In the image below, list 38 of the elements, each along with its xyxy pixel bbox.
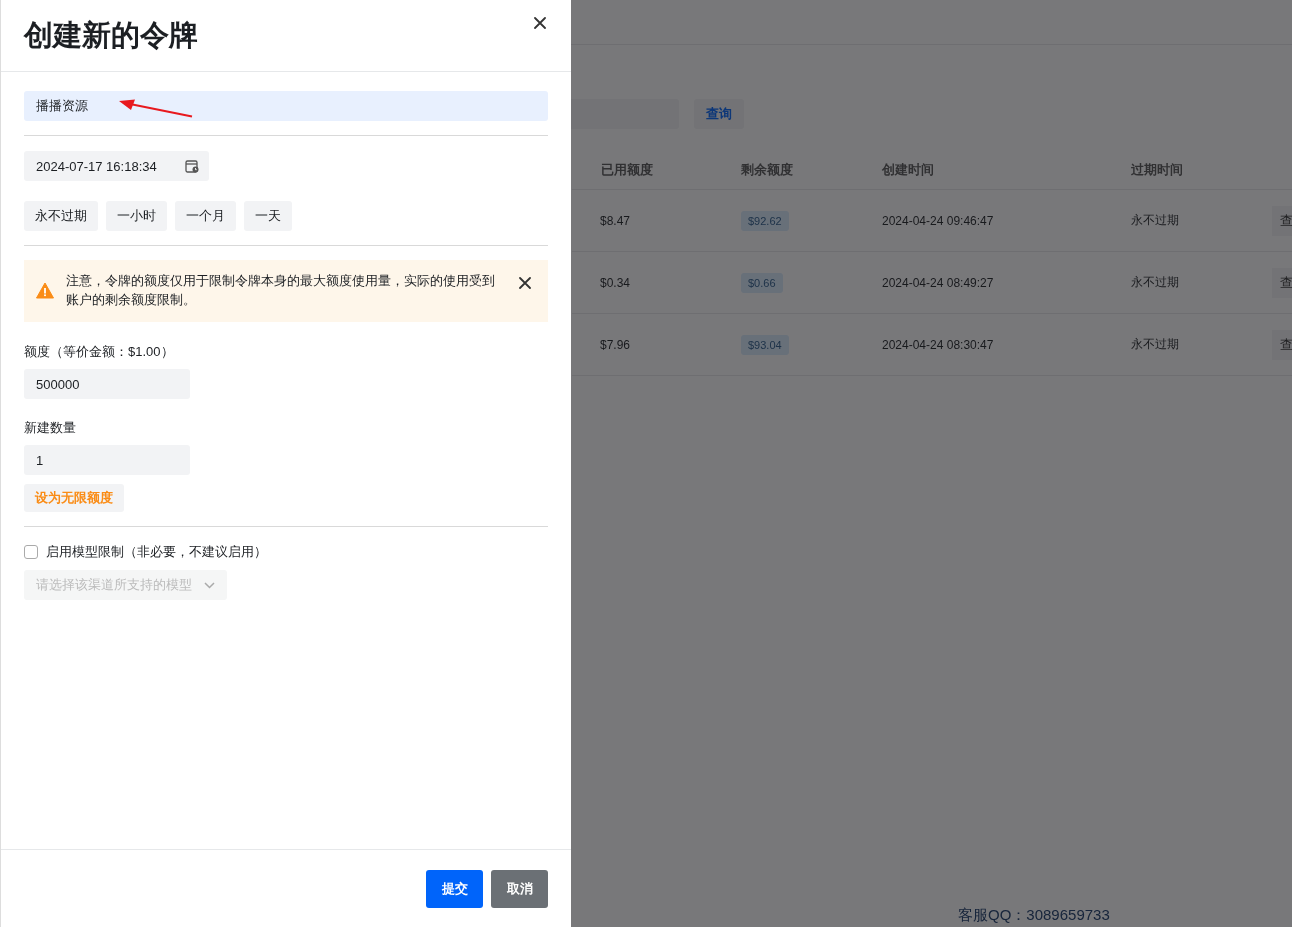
quick-time-button[interactable]: 永不过期 xyxy=(24,201,98,231)
column-header: 剩余额度 xyxy=(741,161,794,179)
close-icon[interactable] xyxy=(518,276,532,290)
column-header: 已用额度 xyxy=(600,161,654,179)
column-header: 过期时间 xyxy=(1131,161,1183,179)
count-field[interactable]: 1 xyxy=(24,445,190,475)
cancel-button[interactable]: 取消 xyxy=(491,869,548,908)
alert-text: 注意，令牌的额度仅用于限制令牌本身的最大额度使用量，实际的使用受到账户的剩余额度限制。 xyxy=(66,273,496,309)
checkbox-label: 启用模型限制（非必要，不建议启用） xyxy=(46,543,267,561)
field-label: 额度（等价金额：$1.00） xyxy=(24,343,175,361)
column-header: 创建时间 xyxy=(882,161,935,179)
table-cell: 永不过期 xyxy=(1131,275,1179,289)
date-field[interactable]: 2024-07-17 16:18:34 xyxy=(24,151,209,181)
table-cell: 2024-04-24 09:46:47 xyxy=(882,213,994,228)
submit-button[interactable]: 提交 xyxy=(426,869,483,908)
table-cell: 永不过期 xyxy=(1131,337,1179,351)
checkbox[interactable] xyxy=(24,545,38,559)
table-cell: 永不过期 xyxy=(1131,213,1179,227)
chevron-down-icon xyxy=(204,581,215,589)
quick-time-button[interactable]: 一天 xyxy=(244,201,292,231)
close-icon[interactable] xyxy=(533,16,547,30)
drawer-title: 创建新的令牌 xyxy=(24,18,198,53)
amount-tag: $0.66 xyxy=(741,272,783,293)
warning-icon xyxy=(36,282,54,299)
amount-tag: $92.62 xyxy=(741,210,789,231)
table-cell: 2024-04-24 08:30:47 xyxy=(882,337,994,352)
table-cell: 2024-04-24 08:49:27 xyxy=(882,275,994,290)
quick-time-button[interactable]: 一小时 xyxy=(106,201,167,231)
calendar-icon xyxy=(185,159,199,173)
table-cell: $0.34 xyxy=(600,275,631,290)
field-label: 新建数量 xyxy=(24,419,77,437)
table-cell: $7.96 xyxy=(600,337,631,352)
amount-tag: $93.04 xyxy=(741,334,789,355)
quota-field[interactable]: 500000 xyxy=(24,369,190,399)
footer-text: 客服QQ：3089659733 xyxy=(958,906,1110,924)
quick-time-button[interactable]: 一个月 xyxy=(175,201,236,231)
table-cell: $8.47 xyxy=(600,213,631,228)
name-field[interactable]: 播播资源 xyxy=(24,91,548,121)
